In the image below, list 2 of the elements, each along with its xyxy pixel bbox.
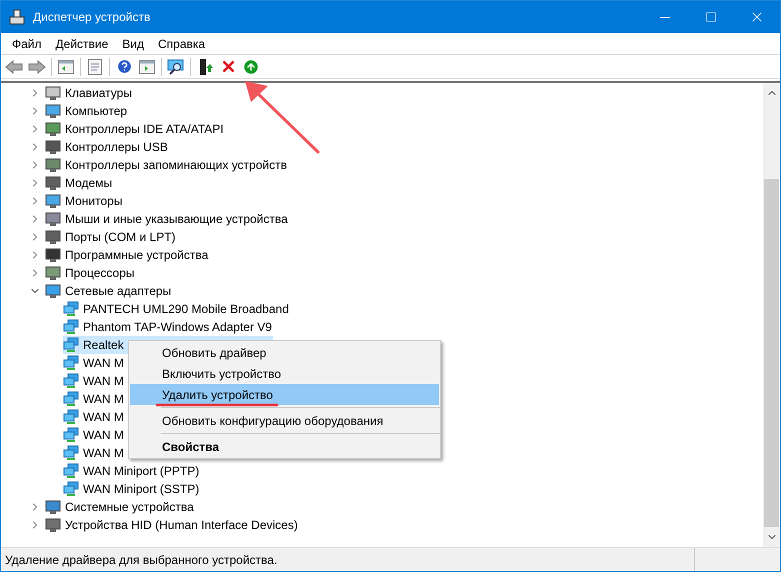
status-text: Удаление драйвера для выбранного устройства. [4, 552, 278, 568]
window-title: Диспетчер устройств [33, 9, 150, 26]
